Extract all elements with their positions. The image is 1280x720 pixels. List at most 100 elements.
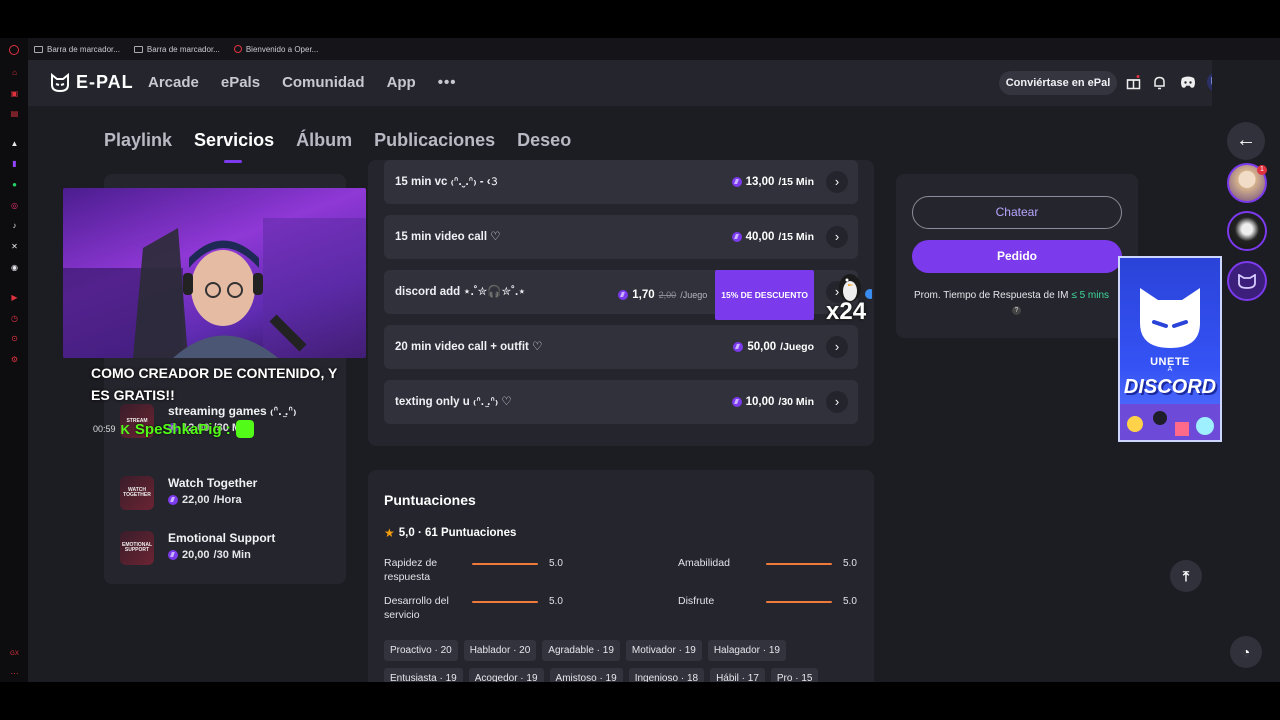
- price-value: 13,00: [745, 176, 775, 188]
- gx-icon[interactable]: GX: [9, 648, 20, 659]
- ratings-section: Puntuaciones ★ 5,0 · 61 Puntuaciones Rapi…: [368, 470, 874, 682]
- become-epal-button[interactable]: Conviértase en ePal: [999, 71, 1117, 95]
- tab-playlink[interactable]: Playlink: [104, 130, 172, 151]
- tab-servicios[interactable]: Servicios: [194, 130, 274, 163]
- gift-count: x24: [826, 298, 867, 325]
- metric-bar: [472, 601, 538, 603]
- promo-characters-image: [1120, 404, 1220, 440]
- chevron-right-icon[interactable]: ›: [826, 336, 848, 358]
- discord-icon[interactable]: ◉: [9, 262, 20, 273]
- offer-title: 20 min video call + outfit ♡: [395, 341, 543, 353]
- offer-row[interactable]: texting only u ₍ᐢ. ̫.ᐢ₎ ♡ 10,00/30 Min ›: [384, 380, 858, 424]
- offer-row[interactable]: 15 min video call ♡ 40,00/15 Min ›: [384, 215, 858, 259]
- metric-bar: [472, 563, 538, 565]
- pinboard-icon[interactable]: ▤: [9, 108, 20, 119]
- offer-row[interactable]: 20 min video call + outfit ♡ 50,00/Juego…: [384, 325, 858, 369]
- help-icon[interactable]: ?: [1012, 306, 1021, 315]
- browser-sidebar: ⌂ ▣ ▤ ▲ ▮ ● ◎ ♪ ✕ ◉ ▶ ◷ ⊙ ⚙ GX ⋯: [0, 38, 28, 682]
- nav-more-button[interactable]: •••: [438, 74, 457, 91]
- coin-icon: [731, 177, 742, 187]
- chat-avatar-2[interactable]: [1227, 211, 1267, 251]
- stream-chat-message: 00:59 K SpeShkaPig :: [93, 420, 254, 438]
- kick-icon: K: [120, 421, 130, 437]
- offer-title: texting only u ₍ᐢ. ̫.ᐢ₎ ♡: [395, 396, 512, 408]
- cat-mascot-icon: [1140, 288, 1200, 348]
- opera-logo-icon[interactable]: [9, 45, 19, 55]
- epal-support-avatar[interactable]: [1227, 261, 1267, 301]
- player-icon[interactable]: ▶: [9, 292, 20, 303]
- rating-tag: Ingenioso · 18: [628, 668, 705, 682]
- rating-tag: Agradable · 19: [542, 640, 620, 661]
- metric-bar: [766, 601, 832, 603]
- tab-album[interactable]: Álbum: [296, 130, 352, 151]
- ratings-summary-text: 5,0 · 61 Puntuaciones: [398, 527, 517, 539]
- rating-tag: Motivador · 19: [625, 640, 702, 661]
- service-name: Watch Together: [168, 476, 258, 490]
- service-item[interactable]: EMOTIONAL SUPPORT Emotional Support 20,0…: [120, 531, 275, 565]
- chevron-right-icon[interactable]: ›: [826, 171, 848, 193]
- aria-icon[interactable]: ⌂: [9, 67, 20, 78]
- x-icon[interactable]: ✕: [9, 241, 20, 252]
- epal-logo[interactable]: E-PAL: [50, 72, 134, 93]
- scroll-to-top-button[interactable]: ⤒: [1170, 560, 1202, 592]
- instagram-icon[interactable]: ◎: [9, 200, 20, 211]
- rating-tag: Hablador · 20: [463, 640, 537, 661]
- response-time: Prom. Tiempo de Respuesta de IM ≤ 5 mins: [914, 290, 1109, 301]
- more-icon[interactable]: ⋯: [9, 668, 20, 679]
- bookmark-label: Bienvenido a Oper...: [245, 44, 319, 54]
- aria-ai-icon[interactable]: ▲: [9, 138, 20, 149]
- downloads-icon[interactable]: ⊙: [9, 333, 20, 344]
- rating-tag: Acogedor · 19: [468, 668, 544, 682]
- metric-bar: [766, 563, 832, 565]
- gift-icon[interactable]: [1125, 74, 1142, 91]
- order-panel: Chatear Pedido Prom. Tiempo de Respuesta…: [896, 174, 1138, 338]
- service-thumbnail: WATCH TOGETHER: [120, 476, 154, 510]
- folder-icon: [133, 45, 143, 53]
- bookmark-folder-1[interactable]: Barra de marcador...: [34, 45, 120, 54]
- promo-line2: A: [1167, 366, 1173, 373]
- bookmark-opera-welcome[interactable]: Bienvenido a Oper...: [233, 44, 319, 54]
- settings-icon[interactable]: ⚙: [9, 354, 20, 365]
- whatsapp-icon[interactable]: ●: [9, 179, 20, 190]
- bookmark-folder-2[interactable]: Barra de marcador...: [133, 44, 220, 54]
- letterbox-top: [0, 0, 1280, 38]
- offer-row[interactable]: 15 min vc ₍ᐢ.ˬ.ᐢ₎ - ‹𝟹 13,00/15 Min ›: [384, 160, 858, 204]
- rating-tags: Proactivo · 20 Hablador · 20 Agradable ·…: [384, 640, 864, 682]
- streamer-image: [63, 218, 366, 358]
- bookmark-label: Barra de marcador...: [146, 44, 220, 54]
- twitch-icon[interactable]: ▮: [9, 158, 20, 169]
- tiktok-icon[interactable]: ♪: [9, 220, 20, 231]
- price-unit: /Juego: [780, 341, 814, 353]
- discount-badge: 15% DE DESCUENTO: [715, 270, 814, 320]
- back-arrow-icon[interactable]: ←: [1227, 122, 1265, 160]
- chevron-right-icon[interactable]: ›: [826, 391, 848, 413]
- rating-tag: Proactivo · 20: [384, 640, 458, 661]
- price-unit: /15 Min: [778, 176, 814, 188]
- nav-app[interactable]: App: [387, 74, 416, 91]
- history-icon[interactable]: ◷: [9, 313, 20, 324]
- offer-title: discord add ⋆.˚✮🎧✮˚.⋆: [395, 286, 526, 298]
- nav-epals[interactable]: ePals: [221, 74, 260, 91]
- coin-icon: [618, 290, 629, 300]
- support-icon[interactable]: ◔: [1230, 636, 1262, 668]
- offer-price: 50,00/Juego: [733, 325, 814, 369]
- order-button[interactable]: Pedido: [912, 240, 1122, 273]
- offer-row[interactable]: discord add ⋆.˚✮🎧✮˚.⋆ 1,70 2,00/Juego 15% …: [384, 270, 858, 320]
- service-item[interactable]: WATCH TOGETHER Watch Together 22,00/Hora: [120, 476, 257, 510]
- epal-cat-icon: [51, 72, 69, 92]
- opera-icon: [233, 45, 242, 53]
- coin-icon: [731, 397, 742, 407]
- nav-comunidad[interactable]: Comunidad: [282, 74, 365, 91]
- tab-publicaciones[interactable]: Publicaciones: [374, 130, 495, 151]
- price-unit: /Juego: [680, 290, 708, 300]
- tab-deseo[interactable]: Deseo: [517, 130, 571, 151]
- nav-arcade[interactable]: Arcade: [148, 74, 199, 91]
- chevron-right-icon[interactable]: ›: [826, 226, 848, 248]
- bell-icon[interactable]: [1151, 74, 1168, 91]
- discord-icon[interactable]: [1179, 74, 1196, 91]
- metric-value: 5.0: [843, 558, 857, 569]
- chat-button[interactable]: Chatear: [912, 196, 1122, 229]
- messenger-icon[interactable]: ▣: [9, 88, 20, 99]
- discord-promo-banner: UNETE A DISCORD: [1118, 256, 1222, 442]
- offer-title: 15 min video call ♡: [395, 231, 501, 243]
